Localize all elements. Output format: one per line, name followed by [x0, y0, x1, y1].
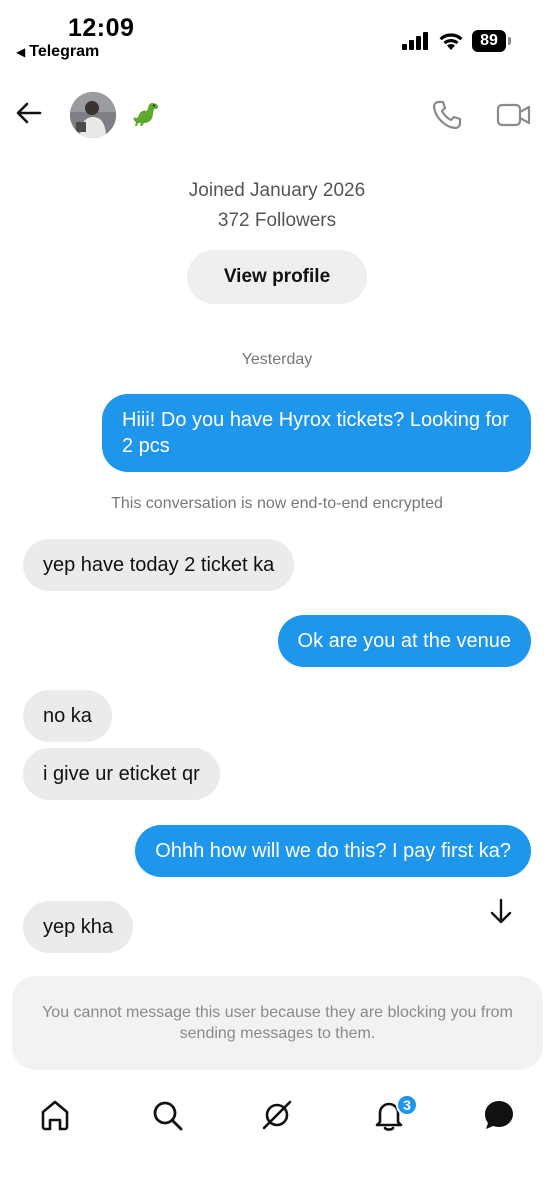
wifi-icon [439, 32, 463, 50]
date-separator: Yesterday [241, 351, 313, 368]
blocked-notice: You cannot message this user because the… [12, 976, 543, 1070]
message-incoming[interactable]: yep kha [23, 901, 134, 953]
avatar[interactable] [70, 92, 116, 138]
video-camera-icon[interactable] [496, 98, 532, 132]
scroll-down-arrow-icon[interactable] [486, 896, 516, 926]
message-outgoing[interactable]: Ohhh how will we do this? I pay first ka… [135, 825, 531, 877]
notification-badge: 3 [396, 1094, 418, 1116]
phone-icon[interactable] [430, 98, 464, 132]
home-icon[interactable] [38, 1098, 72, 1132]
dinosaur-emoji-icon [133, 103, 158, 126]
back-to-telegram-link[interactable]: ◀ Telegram [16, 43, 99, 61]
avatar-image [70, 92, 116, 138]
profile-joined-date: Joined January 2026 [188, 180, 366, 201]
back-triangle-icon: ◀ [16, 45, 26, 59]
battery-icon: 89 [472, 30, 511, 52]
message-incoming[interactable]: yep have today 2 ticket ka [23, 539, 295, 591]
message-incoming[interactable]: i give ur eticket qr [23, 748, 220, 800]
back-arrow-icon[interactable] [14, 98, 44, 128]
back-app-label: Telegram [29, 43, 100, 60]
profile-followers-count: 372 Followers [217, 210, 337, 231]
message-outgoing[interactable]: Hiii! Do you have Hyrox tickets? Looking… [102, 394, 531, 472]
explore-icon[interactable] [260, 1098, 294, 1132]
signal-icon [402, 32, 428, 50]
message-outgoing[interactable]: Ok are you at the venue [277, 615, 531, 667]
messages-icon[interactable] [482, 1098, 516, 1132]
message-incoming[interactable]: no ka [23, 690, 112, 742]
status-indicators: 89 [402, 30, 511, 52]
battery-level: 89 [480, 32, 498, 49]
status-time: 12:09 [68, 14, 135, 42]
search-icon[interactable] [150, 1098, 184, 1132]
encryption-notice: This conversation is now end-to-end encr… [111, 495, 443, 512]
view-profile-button[interactable]: View profile [187, 250, 367, 304]
blocked-notice-text: You cannot message this user because the… [42, 1004, 513, 1042]
